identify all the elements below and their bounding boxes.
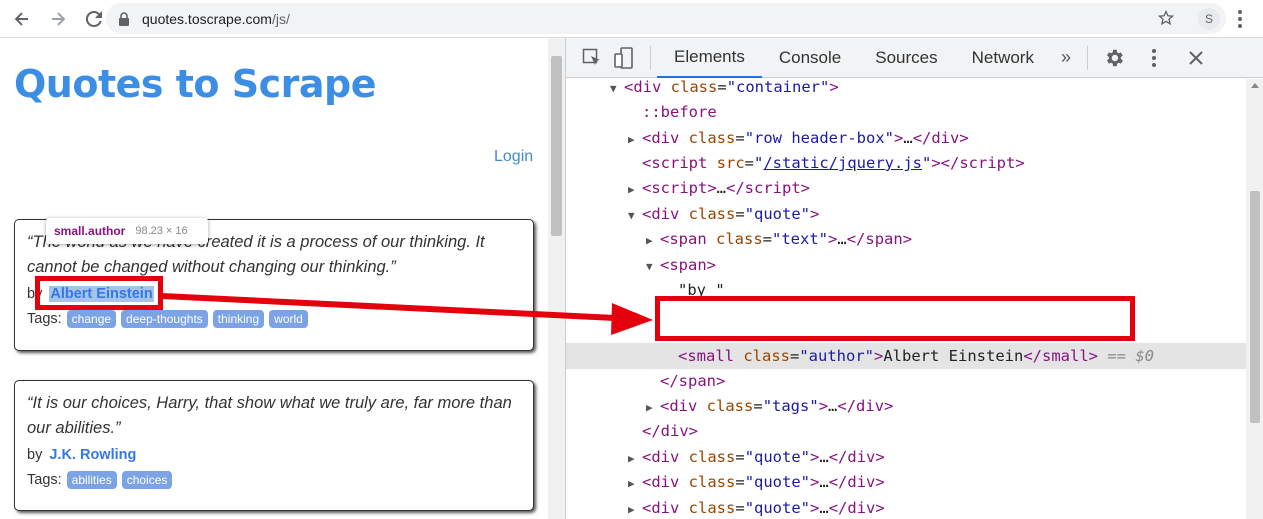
- expand-triangle-icon[interactable]: ▶: [628, 177, 642, 202]
- expand-triangle-icon[interactable]: ▶: [646, 395, 660, 420]
- quote-byline: by Albert Einstein: [27, 286, 521, 302]
- site-title[interactable]: Quotes to Scrape: [14, 62, 377, 106]
- profile-avatar[interactable]: S: [1198, 8, 1220, 30]
- devtools-panel: Elements Console Sources Network » ▼ <div…: [565, 38, 1263, 519]
- url-text: quotes.toscrape.com/js/: [142, 11, 290, 27]
- quote-tags: Tags: abilities choices: [27, 471, 521, 489]
- tags-label: Tags:: [27, 472, 62, 488]
- bookmark-star-icon[interactable]: [1157, 9, 1175, 26]
- forward-button[interactable]: [42, 3, 74, 35]
- browser-menu-icon[interactable]: [1232, 8, 1248, 30]
- dom-node[interactable]: ▶ <script>…</script>: [628, 176, 810, 201]
- arrow-left-icon: [14, 11, 28, 26]
- quote-byline: by J.K. Rowling: [27, 447, 521, 463]
- dom-node[interactable]: ▶ <div class="quote">…</div>: [628, 470, 885, 495]
- url-host: quotes.toscrape.com: [142, 10, 272, 27]
- quote-text: “It is our choices, Harry, that show wha…: [27, 394, 512, 437]
- dollar-zero-marker: == $0: [1107, 347, 1154, 365]
- by-label: by: [27, 286, 43, 302]
- dom-node[interactable]: ▶ <div class="row header-box">…</div>: [628, 126, 969, 151]
- quote-tags: Tags: change deep-thoughts thinking worl…: [27, 310, 521, 328]
- dom-node[interactable]: ▶ <div class="tags">…</div>: [646, 394, 893, 419]
- toolbar-divider: [650, 45, 651, 70]
- tab-network[interactable]: Network: [955, 38, 1051, 78]
- inspect-element-icon[interactable]: [578, 44, 606, 72]
- dom-node[interactable]: </div>: [642, 419, 698, 444]
- arrow-right-icon: [52, 11, 66, 26]
- dom-node[interactable]: ▶ <span class="text">…</span>: [646, 227, 912, 252]
- devtools-menu-icon[interactable]: [1140, 44, 1168, 72]
- quote-author[interactable]: J.K. Rowling: [49, 447, 136, 463]
- dom-node[interactable]: ▼ <div class="quote">: [628, 202, 819, 227]
- tag-link[interactable]: choices: [121, 471, 173, 489]
- address-bar[interactable]: quotes.toscrape.com/js/ S: [106, 3, 1226, 34]
- tag-link[interactable]: change: [66, 310, 117, 328]
- settings-gear-icon[interactable]: [1100, 44, 1128, 72]
- close-icon[interactable]: [1182, 44, 1210, 72]
- quote-card: “It is our choices, Harry, that show wha…: [14, 380, 534, 511]
- scroll-up-arrow-icon[interactable]: [1251, 83, 1259, 88]
- page-scrollbar-thumb[interactable]: [551, 56, 562, 236]
- device-toolbar-icon[interactable]: [610, 44, 638, 72]
- login-link[interactable]: Login: [494, 148, 533, 166]
- more-tabs-button[interactable]: »: [1051, 47, 1081, 68]
- tab-elements[interactable]: Elements: [657, 38, 762, 78]
- elements-dom-tree[interactable]: ▼ <div class="container"> ::before ▶ <div …: [566, 79, 1246, 519]
- tab-sources[interactable]: Sources: [858, 38, 954, 78]
- devtools-scrollbar[interactable]: [1246, 79, 1263, 519]
- dom-node[interactable]: </span>: [660, 369, 725, 394]
- devtools-toolbar: Elements Console Sources Network »: [566, 38, 1263, 78]
- dom-node[interactable]: "by ": [678, 278, 725, 303]
- expand-triangle-icon[interactable]: ▶: [628, 446, 642, 471]
- expand-triangle-icon[interactable]: ▶: [646, 228, 660, 253]
- dom-node[interactable]: ▼ <span>: [646, 253, 716, 278]
- tags-label: Tags:: [27, 311, 62, 327]
- expand-triangle-icon[interactable]: ▶: [628, 471, 642, 496]
- by-label: by: [27, 447, 43, 463]
- dom-node[interactable]: ▶ <div class="quote">…</div>: [628, 496, 885, 519]
- back-button[interactable]: [6, 3, 38, 35]
- collapse-triangle-icon[interactable]: ▼: [646, 254, 660, 279]
- lock-icon: [118, 11, 132, 26]
- devtools-scrollbar-thumb[interactable]: [1250, 191, 1260, 423]
- expand-triangle-icon[interactable]: ▶: [628, 497, 642, 519]
- page-scrollbar[interactable]: [548, 38, 565, 519]
- tag-link[interactable]: world: [269, 310, 308, 328]
- collapse-triangle-icon[interactable]: ▼: [610, 79, 624, 101]
- collapse-triangle-icon[interactable]: ▼: [628, 203, 642, 228]
- dom-node[interactable]: ▼ <div class="container">: [610, 79, 839, 100]
- dom-node[interactable]: ▶ <div class="quote">…</div>: [628, 445, 885, 470]
- quote-author: Albert Einstein: [49, 286, 154, 302]
- page-viewport: Quotes to Scrape Login “The world as we …: [0, 38, 565, 519]
- browser-toolbar: quotes.toscrape.com/js/ S: [0, 0, 1263, 38]
- dom-node[interactable]: ::before: [642, 100, 717, 125]
- dom-node[interactable]: <script src="/static/jquery.js"></script…: [642, 151, 1025, 176]
- tooltip-selector: small.author: [54, 224, 126, 238]
- url-path: /js/: [271, 10, 290, 27]
- tag-link[interactable]: thinking: [212, 310, 265, 328]
- reload-icon: [85, 10, 102, 27]
- tooltip-dimensions: 98.23 × 16: [135, 225, 188, 237]
- tab-console[interactable]: Console: [762, 38, 858, 78]
- tag-link[interactable]: abilities: [66, 471, 117, 489]
- expand-triangle-icon[interactable]: ▶: [628, 127, 642, 152]
- toolbar-divider: [1087, 45, 1088, 70]
- inspector-tooltip: small.author 98.23 × 16: [46, 218, 208, 244]
- dom-node-selected[interactable]: <small class="author">Albert Einstein</s…: [678, 344, 1154, 369]
- tag-link[interactable]: deep-thoughts: [121, 310, 208, 328]
